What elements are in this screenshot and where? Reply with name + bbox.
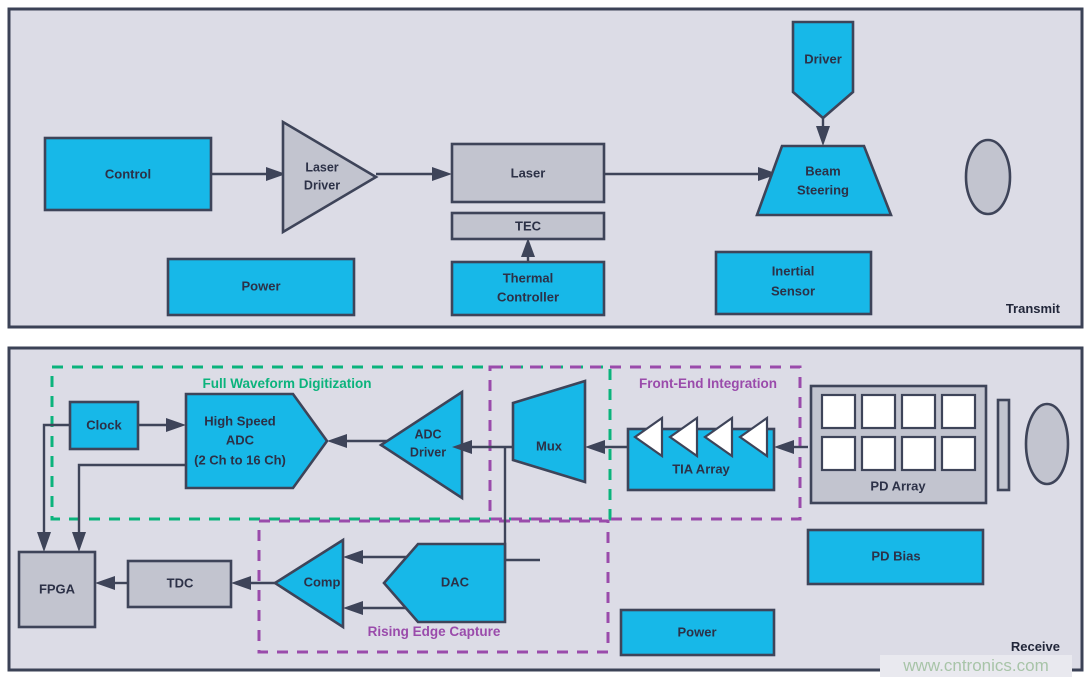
block-pd-bias[interactable]: PD Bias bbox=[806, 528, 985, 586]
block-laser-driver-label-line2: Driver bbox=[304, 178, 340, 192]
block-adc-driver-label-line1: ADC bbox=[414, 427, 441, 441]
group-full-waveform-digitization-label: Full Waveform Digitization bbox=[202, 376, 371, 391]
block-transmit-power[interactable]: Power bbox=[166, 257, 356, 317]
block-beam-steering-label-line2: Steering bbox=[797, 182, 849, 197]
transmit-panel: Control Laser Driver Laser TEC Thermal C… bbox=[7, 7, 1084, 329]
block-fpga-label: FPGA bbox=[39, 581, 76, 596]
block-tdc[interactable]: TDC bbox=[126, 559, 233, 609]
block-beam-steering-label-line1: Beam bbox=[805, 163, 840, 178]
block-tdc-label: TDC bbox=[167, 575, 194, 590]
block-pd-bias-label: PD Bias bbox=[871, 548, 920, 563]
block-fpga[interactable]: FPGA bbox=[17, 550, 97, 629]
block-receive-power[interactable]: Power bbox=[619, 608, 776, 657]
block-control[interactable]: Control bbox=[43, 136, 213, 212]
group-front-end-integration-label: Front-End Integration bbox=[639, 376, 777, 391]
block-tia-array-label: TIA Array bbox=[672, 461, 730, 476]
block-comp-label: Comp bbox=[304, 574, 341, 589]
block-laser[interactable]: Laser bbox=[450, 142, 606, 204]
block-control-label: Control bbox=[105, 166, 151, 181]
transmit-lens-icon bbox=[964, 138, 1012, 216]
block-high-speed-adc-label-line1: High Speed bbox=[204, 413, 276, 428]
block-high-speed-adc-label-line3: (2 Ch to 16 Ch) bbox=[194, 452, 286, 467]
block-transmit-power-label: Power bbox=[241, 278, 280, 293]
block-dac-label: DAC bbox=[441, 574, 470, 589]
diagram-root: Control Laser Driver Laser TEC Thermal C… bbox=[0, 0, 1091, 679]
block-adc-driver-label-line2: Driver bbox=[410, 445, 446, 459]
receive-panel: Full Waveform Digitization Front-End Int… bbox=[7, 346, 1084, 672]
receive-lens-icon bbox=[1024, 402, 1070, 486]
block-clock[interactable]: Clock bbox=[68, 400, 140, 451]
watermark: www.cntronics.com bbox=[880, 655, 1072, 677]
block-tec-label: TEC bbox=[515, 218, 542, 233]
block-driver-label: Driver bbox=[804, 51, 842, 66]
watermark-text: www.cntronics.com bbox=[902, 656, 1048, 675]
block-laser-driver-label-line1: Laser bbox=[305, 160, 338, 174]
block-clock-label: Clock bbox=[86, 417, 122, 432]
block-tec[interactable]: TEC bbox=[450, 211, 606, 241]
block-pd-array[interactable]: PD Array bbox=[809, 384, 988, 505]
block-mux-label: Mux bbox=[536, 438, 563, 453]
block-high-speed-adc-label-line2: ADC bbox=[226, 432, 255, 447]
block-pd-array-label: PD Array bbox=[870, 478, 926, 493]
block-inertial-sensor-label-line1: Inertial bbox=[772, 263, 815, 278]
block-inertial-sensor-label-line2: Sensor bbox=[771, 283, 815, 298]
block-thermal-controller[interactable]: Thermal Controller bbox=[450, 260, 606, 317]
block-thermal-controller-label-line1: Thermal bbox=[503, 270, 554, 285]
transmit-corner-label: Transmit bbox=[1006, 301, 1061, 316]
block-tia-array[interactable]: TIA Array bbox=[626, 415, 776, 492]
block-receive-power-label: Power bbox=[677, 624, 716, 639]
group-rising-edge-capture-label: Rising Edge Capture bbox=[368, 624, 501, 639]
block-laser-label: Laser bbox=[511, 165, 546, 180]
optical-filter-icon bbox=[996, 398, 1011, 492]
block-inertial-sensor[interactable]: Inertial Sensor bbox=[714, 250, 873, 316]
block-thermal-controller-label-line2: Controller bbox=[497, 289, 559, 304]
receive-corner-label: Receive bbox=[1011, 639, 1060, 654]
